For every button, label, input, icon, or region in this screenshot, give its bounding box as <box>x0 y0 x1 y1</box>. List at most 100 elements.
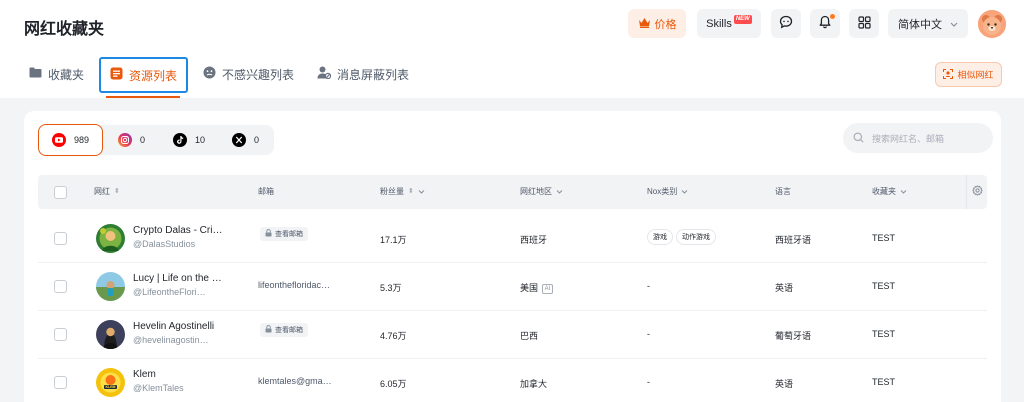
column-settings-button[interactable] <box>966 175 987 209</box>
grid-icon <box>857 15 871 32</box>
youtube-icon <box>52 133 66 147</box>
category-tag[interactable]: 动作游戏 <box>676 229 716 245</box>
sort-icon[interactable]: ⬍ <box>114 188 120 195</box>
email-address[interactable]: lifeonthefloridac… <box>258 280 330 290</box>
active-tab-indicator <box>106 96 180 98</box>
select-all-checkbox[interactable] <box>54 186 67 199</box>
svg-text:KLEM: KLEM <box>106 385 116 389</box>
language: 英语 <box>775 283 794 293</box>
platform-filter: 989 0 10 0 <box>38 124 274 156</box>
platform-count: 0 <box>254 135 260 145</box>
crown-icon <box>638 17 651 31</box>
folder-name[interactable]: TEST <box>872 281 895 291</box>
category-empty: - <box>647 329 650 339</box>
view-email-button[interactable]: 查看邮箱 <box>260 227 308 241</box>
pricing-button[interactable]: 价格 <box>628 9 686 38</box>
notifications-button[interactable] <box>810 9 840 38</box>
column-email: 邮箱 <box>258 187 274 196</box>
platform-tiktok[interactable]: 10 <box>173 125 205 155</box>
column-language: 语言 <box>775 187 791 196</box>
skills-label: Skills <box>706 17 732 30</box>
region: 加拿大 <box>520 379 548 389</box>
table-row[interactable]: Lucy | Life on the … @LifeontheFlori… li… <box>38 263 987 311</box>
avatar[interactable] <box>96 272 125 301</box>
platform-x[interactable]: 0 <box>232 125 259 155</box>
tab-favorites[interactable]: 收藏夹 <box>29 58 84 90</box>
platform-count: 0 <box>140 135 146 145</box>
chevron-down-icon[interactable] <box>900 187 907 196</box>
chat-button[interactable] <box>771 9 801 38</box>
column-folder[interactable]: 收藏夹 <box>872 186 907 197</box>
apps-button[interactable] <box>849 9 879 38</box>
folder-icon <box>29 67 42 81</box>
top-header: 网红收藏夹 价格 Skills NEW 简体中文 <box>0 0 1024 50</box>
page-title: 网红收藏夹 <box>24 21 105 38</box>
followers-count: 17.1万 <box>380 235 407 245</box>
chevron-down-icon[interactable] <box>681 187 688 196</box>
avatar[interactable] <box>96 320 125 349</box>
similar-label: 相似网红 <box>957 70 994 80</box>
followers-count: 4.76万 <box>380 331 407 341</box>
row-checkbox[interactable] <box>54 376 67 389</box>
region: 美国 AI <box>520 281 554 294</box>
influencer-name[interactable]: Klem <box>133 369 156 380</box>
language: 葡萄牙语 <box>775 331 812 341</box>
row-checkbox[interactable] <box>54 280 67 293</box>
search-icon <box>853 132 864 145</box>
language: 西班牙语 <box>775 235 812 245</box>
sort-icon[interactable]: ⬍ <box>408 188 414 195</box>
influencer-name[interactable]: Lucy | Life on the … <box>133 273 222 284</box>
table-row[interactable]: Crypto Dalas - Cri… @DalasStudios 查看邮箱 1… <box>38 215 987 263</box>
tab-resource-list[interactable]: 资源列表 <box>99 57 189 93</box>
column-influencer[interactable]: 网红 ⬍ <box>94 186 120 197</box>
platform-youtube[interactable]: 989 <box>38 124 104 156</box>
avatar[interactable]: KLEM <box>96 368 125 397</box>
lock-icon <box>265 325 272 335</box>
gear-icon <box>971 185 983 199</box>
folder-name[interactable]: TEST <box>872 377 895 387</box>
category-tag[interactable]: 游戏 <box>647 229 673 245</box>
search-placeholder: 搜索网红名、邮箱 <box>872 133 945 144</box>
category-empty: - <box>647 377 650 387</box>
avatar[interactable] <box>96 224 125 253</box>
chevron-down-icon <box>950 18 958 30</box>
user-avatar[interactable] <box>978 10 1006 38</box>
skills-button[interactable]: Skills NEW <box>697 9 761 38</box>
row-checkbox[interactable] <box>54 232 67 245</box>
lock-icon <box>265 229 272 239</box>
notification-dot <box>830 14 835 19</box>
instagram-icon <box>118 133 132 147</box>
tab-message-block[interactable]: 消息屏蔽列表 <box>317 58 409 90</box>
language-label: 简体中文 <box>898 18 942 31</box>
ai-badge-icon: AI <box>542 283 554 294</box>
email-address[interactable]: klemtales@gma… <box>258 376 332 386</box>
table-row[interactable]: Hevelin Agostinelli @hevelinagostin… 查看邮… <box>38 311 987 359</box>
category-tags: 游戏 动作游戏 <box>647 229 719 245</box>
chevron-down-icon[interactable] <box>418 187 425 196</box>
language-selector[interactable]: 简体中文 <box>888 9 968 38</box>
column-followers[interactable]: 粉丝量 ⬍ <box>380 186 425 197</box>
influencer-name[interactable]: Hevelin Agostinelli <box>133 321 214 332</box>
similar-influencers-button[interactable]: 相似网红 <box>935 62 1002 87</box>
folder-name[interactable]: TEST <box>872 329 895 339</box>
table-row[interactable]: KLEM Klem @KlemTales klemtales@gma… 6.05… <box>38 359 987 402</box>
tab-label: 不感兴趣列表 <box>222 67 295 82</box>
tab-not-interested[interactable]: 不感兴趣列表 <box>203 58 294 90</box>
chevron-down-icon[interactable] <box>556 187 563 196</box>
pricing-label: 价格 <box>654 18 677 31</box>
tab-label: 收藏夹 <box>48 67 85 82</box>
tiktok-icon <box>173 133 187 147</box>
influencer-handle: @DalasStudios <box>133 239 196 249</box>
row-checkbox[interactable] <box>54 328 67 341</box>
unhappy-face-icon <box>203 66 216 82</box>
view-email-button[interactable]: 查看邮箱 <box>260 323 308 337</box>
influencer-name[interactable]: Crypto Dalas - Cri… <box>133 225 222 236</box>
resource-list-card: 989 0 10 0 搜索网红名、邮箱 网红 ⬍ 邮箱 粉丝量 ⬍ 网红地区 N… <box>24 111 1001 402</box>
table-header: 网红 ⬍ 邮箱 粉丝量 ⬍ 网红地区 Nox类别 语言 收藏夹 <box>38 175 987 209</box>
column-region[interactable]: 网红地区 <box>520 186 563 197</box>
column-nox-category[interactable]: Nox类别 <box>647 186 688 197</box>
search-input[interactable]: 搜索网红名、邮箱 <box>843 123 993 153</box>
folder-name[interactable]: TEST <box>872 233 895 243</box>
followers-count: 6.05万 <box>380 379 407 389</box>
platform-instagram[interactable]: 0 <box>118 125 145 155</box>
